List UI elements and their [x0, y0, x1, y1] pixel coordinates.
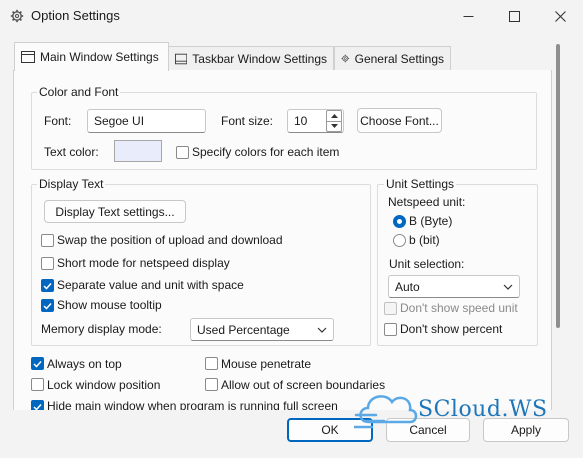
- chevron-down-icon: [317, 327, 327, 333]
- always-on-top-checkbox[interactable]: [31, 357, 44, 370]
- select-value: Auto: [395, 279, 420, 294]
- unit-byte-label: B (Byte): [409, 214, 453, 228]
- gear-icon: [10, 9, 24, 23]
- dont-show-speed-unit-checkbox[interactable]: [384, 302, 397, 315]
- gear-icon: [341, 54, 350, 63]
- tab-label: General Settings: [354, 51, 444, 66]
- font-size-value: 10: [294, 114, 308, 128]
- unit-selection-select[interactable]: Auto: [388, 275, 520, 298]
- text-color-swatch[interactable]: [114, 140, 162, 162]
- font-size-spin: [326, 110, 342, 132]
- minimize-button[interactable]: [445, 0, 491, 32]
- mouse-penetrate-label: Mouse penetrate: [221, 357, 312, 371]
- font-label: Font:: [44, 114, 72, 128]
- chevron-down-icon: [330, 124, 338, 129]
- close-icon: [554, 10, 566, 22]
- dont-show-percent-label: Don't show percent: [400, 322, 503, 336]
- text-color-label: Text color:: [44, 145, 99, 159]
- watermark: SCloud.WS: [340, 386, 583, 446]
- tab-main-window-settings[interactable]: Main Window Settings: [14, 42, 169, 71]
- watermark-text: SCloud.WS: [418, 397, 548, 422]
- memory-display-mode-label: Memory display mode:: [41, 322, 162, 336]
- font-size-label: Font size:: [221, 114, 274, 128]
- checkmark-icon: [43, 302, 52, 310]
- short-mode-label: Short mode for netspeed display: [57, 256, 230, 270]
- spin-down-button[interactable]: [326, 121, 342, 132]
- maximize-button[interactable]: [491, 0, 537, 32]
- specify-colors-checkbox[interactable]: [176, 146, 189, 159]
- show-mouse-tooltip-label: Show mouse tooltip: [57, 298, 162, 312]
- unit-selection-label: Unit selection:: [389, 257, 465, 271]
- font-name-field[interactable]: Segoe UI: [87, 109, 206, 133]
- cloud-icon: [354, 395, 418, 429]
- checkmark-icon: [43, 282, 52, 290]
- close-button[interactable]: [537, 0, 583, 32]
- tab-taskbar-window-settings[interactable]: Taskbar Window Settings: [168, 46, 334, 70]
- group-title: Color and Font: [37, 85, 121, 99]
- swap-position-label: Swap the position of upload and download: [57, 233, 283, 247]
- unit-bit-radio[interactable]: [393, 234, 406, 247]
- dont-show-percent-checkbox[interactable]: [384, 323, 397, 336]
- checkmark-icon: [33, 360, 42, 368]
- short-mode-checkbox[interactable]: [41, 257, 54, 270]
- hide-fullscreen-checkbox[interactable]: [31, 400, 44, 410]
- window-icon: [21, 51, 35, 63]
- tab-label: Taskbar Window Settings: [192, 51, 327, 66]
- memory-display-mode-select[interactable]: Used Percentage: [190, 318, 334, 341]
- chevron-down-icon: [503, 284, 513, 290]
- scrollbar-thumb[interactable]: [556, 44, 560, 328]
- select-value: Used Percentage: [197, 322, 290, 337]
- specify-colors-label: Specify colors for each item: [192, 145, 340, 159]
- taskbar-icon: [175, 53, 188, 64]
- netspeed-unit-label: Netspeed unit:: [388, 195, 466, 209]
- show-mouse-tooltip-checkbox[interactable]: [41, 299, 54, 312]
- display-text-settings-button[interactable]: Display Text settings...: [44, 200, 186, 223]
- out-of-bounds-checkbox[interactable]: [205, 378, 218, 391]
- unit-bit-label: b (bit): [409, 233, 440, 247]
- separate-value-unit-label: Separate value and unit with space: [57, 278, 244, 292]
- tab-general-settings[interactable]: General Settings: [334, 46, 451, 70]
- maximize-icon: [508, 10, 520, 22]
- group-title: Display Text: [37, 177, 106, 191]
- separate-value-unit-checkbox[interactable]: [41, 279, 54, 292]
- unit-byte-radio[interactable]: [393, 215, 406, 228]
- lock-window-position-label: Lock window position: [47, 378, 161, 392]
- dont-show-speed-unit-label: Don't show speed unit: [400, 301, 518, 315]
- always-on-top-label: Always on top: [47, 357, 122, 371]
- spin-up-button[interactable]: [326, 110, 342, 122]
- mouse-penetrate-checkbox[interactable]: [205, 357, 218, 370]
- checkmark-icon: [33, 403, 42, 410]
- group-title: Unit Settings: [384, 177, 457, 191]
- choose-font-button[interactable]: Choose Font...: [357, 108, 442, 133]
- minimize-icon: [463, 15, 473, 17]
- window-title: Option Settings: [31, 8, 120, 23]
- hide-fullscreen-label: Hide main window when program is running…: [47, 399, 338, 410]
- tab-page: Color and Font Font: Segoe UI Font size:…: [13, 70, 552, 410]
- chevron-up-icon: [330, 113, 338, 118]
- swap-position-checkbox[interactable]: [41, 234, 54, 247]
- tab-label: Main Window Settings: [40, 50, 159, 64]
- lock-window-position-checkbox[interactable]: [31, 378, 44, 391]
